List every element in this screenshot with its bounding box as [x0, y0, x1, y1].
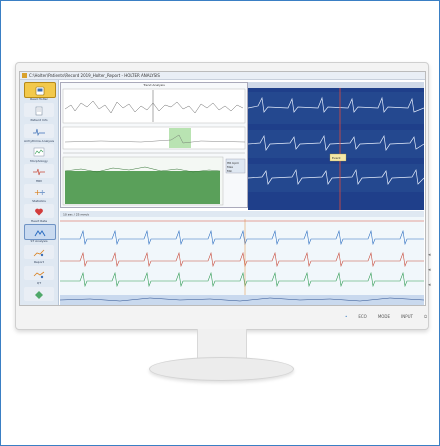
sidebar-item-heart-rate[interactable] [24, 204, 54, 218]
ecg-lead-3 [60, 271, 424, 288]
window-titlebar: C:\Holter\Patients\Record 2019_Holter_Re… [20, 72, 425, 80]
sidebar-item-st-analysis[interactable] [24, 224, 56, 240]
bezel-button[interactable]: INPUT [401, 314, 413, 319]
sidebar-item-hrv[interactable] [24, 164, 54, 178]
ecg-strips: 10 sec / 25 mm/s [59, 211, 425, 305]
sidebar-item-patient-info[interactable] [24, 103, 54, 117]
sidebar-item-read-holter[interactable] [24, 82, 56, 98]
sidebar-item-statistics[interactable]: +÷ [24, 184, 54, 198]
bezel-button[interactable]: ECO [358, 314, 366, 319]
ecg-toolbar [60, 211, 424, 217]
sidebar-item-report[interactable] [24, 245, 54, 259]
waveform-icon [33, 122, 45, 141]
ecg-overview-panel: Event [247, 82, 425, 210]
heart-icon [34, 202, 44, 221]
sidebar-item-print[interactable] [24, 287, 54, 301]
power-icon[interactable]: ⏻ [424, 314, 427, 319]
ecg-toolbar-label: 10 sec / 25 mm/s [63, 213, 89, 217]
overview-channel [247, 92, 425, 124]
selected-window[interactable] [169, 128, 191, 148]
bezel-button[interactable]: MODE [378, 314, 390, 319]
side-button[interactable]: ◂ [428, 267, 431, 273]
side-buttons: ◂ ◂ ◂ [428, 252, 431, 288]
application-window: C:\Holter\Patients\Record 2019_Holter_Re… [19, 71, 426, 306]
app-icon [22, 73, 27, 78]
ecg-lead-2 [60, 251, 424, 268]
monitor-stand-base [149, 357, 294, 381]
overview-toolbar [248, 82, 424, 88]
bezel-dot: • [345, 313, 348, 319]
chart-icon [33, 142, 45, 161]
hr-trend-area [62, 88, 246, 124]
ecg-strips-panel: 10 sec / 25 mm/s [59, 211, 425, 305]
sidebar-item-arrhythmia[interactable] [24, 124, 54, 138]
window-title: C:\Holter\Patients\Record 2019_Holter_Re… [29, 73, 160, 78]
plus-minus-icon: +÷ [33, 182, 46, 201]
event-marker-label: Event [332, 156, 341, 160]
trend-icon [33, 243, 45, 262]
ecg-lead-1 [60, 229, 424, 246]
sidebar-item-qt[interactable] [24, 266, 54, 280]
ecg-overview: Event [247, 82, 425, 210]
side-button[interactable]: ◂ [428, 252, 431, 258]
sidebar: Read Holter Patient Info Arrhythmia Anal… [20, 80, 59, 305]
event-strip [62, 126, 246, 150]
histogram-bars [64, 166, 221, 204]
trend-panel-chart: HR bpm Max Min [62, 88, 246, 206]
pulse-icon [33, 162, 45, 181]
overview-channel [247, 130, 425, 158]
side-button[interactable]: ◂ [428, 282, 431, 288]
legend-item: Min [227, 169, 232, 173]
sidebar-item-morphology[interactable] [24, 144, 54, 158]
document-icon [34, 101, 44, 120]
overview-channel [247, 164, 425, 192]
print-icon [33, 285, 45, 304]
monitor-buttons: • ECO MODE INPUT ⏻ [345, 312, 427, 320]
qt-trend-icon [33, 264, 45, 283]
trend-panel: Trend Analysis HR bpm Max Min [60, 82, 248, 208]
svg-text:÷: ÷ [39, 188, 45, 197]
